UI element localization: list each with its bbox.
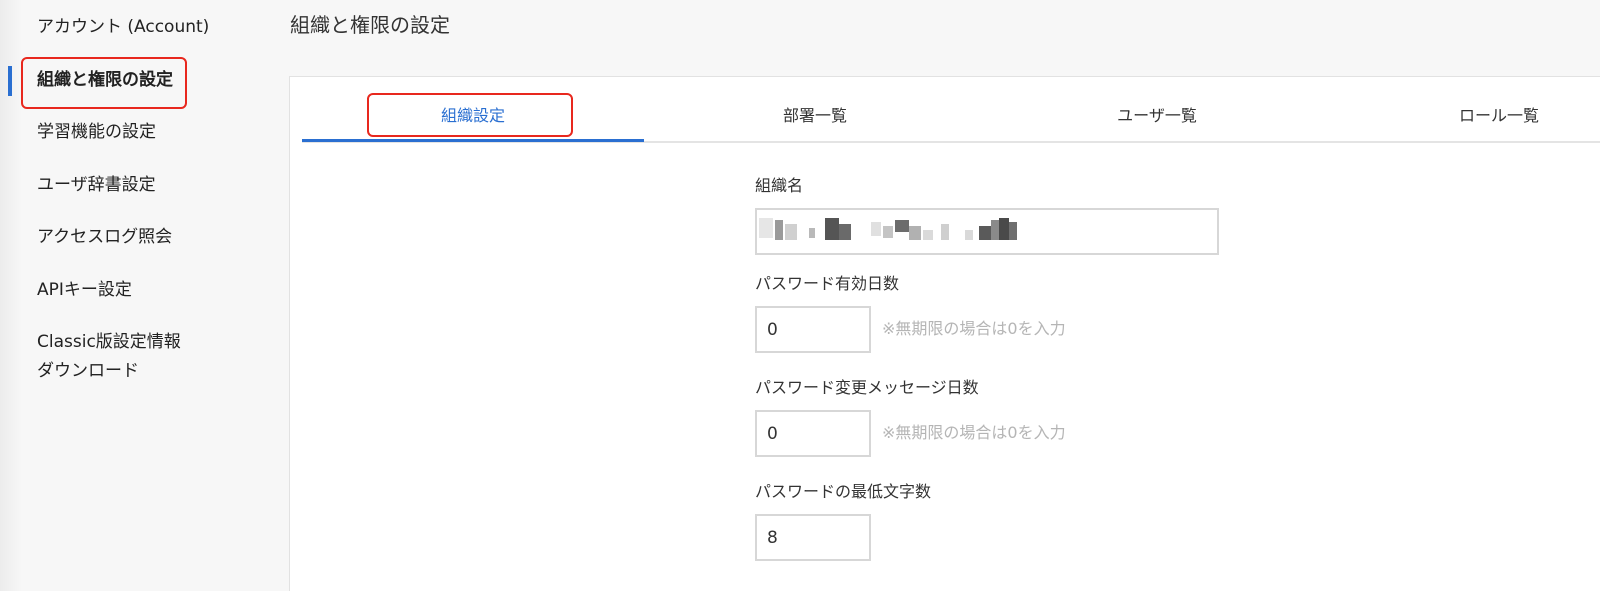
sidebar-item-label: Classic版設定情報	[37, 332, 181, 352]
sidebar-item-account[interactable]: アカウント (Account)	[37, 13, 209, 42]
sidebar-active-indicator	[8, 66, 12, 96]
password-change-message-days-hint: ※無期限の場合は0を入力	[882, 423, 1066, 442]
sidebar: アカウント (Account) 組織と権限の設定 学習機能の設定 ユーザ辞書設定…	[0, 0, 268, 591]
password-change-message-days-input[interactable]	[755, 410, 871, 457]
sidebar-item-api-key[interactable]: APIキー設定	[37, 276, 132, 305]
page-title: 組織と権限の設定	[290, 13, 450, 37]
tab-users[interactable]: ユーザ一覧	[986, 105, 1328, 127]
password-valid-days-hint: ※無期限の場合は0を入力	[882, 319, 1066, 338]
tab-org-settings[interactable]: 組織設定	[302, 105, 644, 127]
sidebar-item-learning[interactable]: 学習機能の設定	[37, 118, 156, 147]
active-tab-underline	[302, 139, 644, 142]
tab-departments[interactable]: 部署一覧	[644, 105, 986, 127]
tab-roles[interactable]: ロール一覧	[1328, 105, 1600, 127]
sidebar-item-access-log[interactable]: アクセスログ照会	[37, 223, 172, 252]
password-valid-days-input[interactable]	[755, 306, 871, 353]
password-valid-days-label: パスワード有効日数	[755, 274, 900, 293]
pixelated-org-name	[759, 216, 1059, 250]
sidebar-item-user-dictionary[interactable]: ユーザ辞書設定	[37, 171, 156, 200]
main-panel: 組織設定 部署一覧 ユーザ一覧 ロール一覧 組織名 パスワード有効日数 0 ※無…	[289, 76, 1600, 591]
password-min-length-label: パスワードの最低文字数	[755, 482, 932, 501]
org-name-label: 組織名	[755, 176, 804, 195]
sidebar-item-classic-download[interactable]: Classic版設定情報 ダウンロード	[37, 328, 181, 386]
password-change-message-days-label: パスワード変更メッセージ日数	[755, 378, 979, 397]
sidebar-item-org-permissions[interactable]: 組織と権限の設定	[37, 66, 173, 95]
sidebar-item-label-line2: ダウンロード	[37, 361, 139, 381]
org-name-input[interactable]	[755, 208, 1219, 255]
password-min-length-input[interactable]	[755, 514, 871, 561]
tab-bar: 組織設定 部署一覧 ユーザ一覧 ロール一覧	[302, 77, 1600, 143]
